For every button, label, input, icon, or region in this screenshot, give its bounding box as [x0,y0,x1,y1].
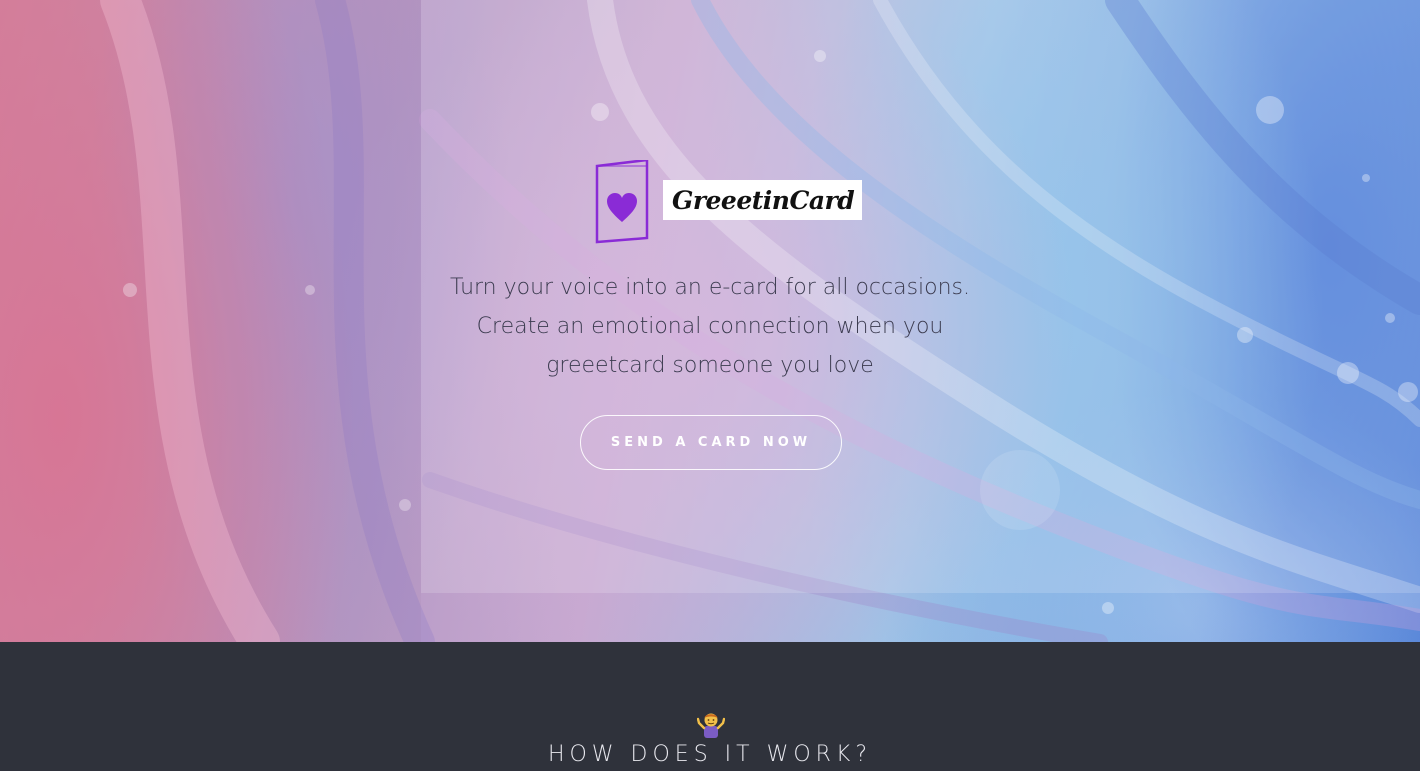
send-card-button[interactable]: SEND A CARD NOW [580,415,842,470]
tagline-line: greeetcard someone you love [546,353,874,378]
hero-section: GreeetinCard Turn your voice into an e-c… [0,0,1420,642]
logo-wordmark[interactable]: GreeetinCard [663,180,863,220]
tagline-line: Create an emotional connection when you [476,314,944,339]
how-it-works-section: HOW DOES IT WORK? [0,642,1420,771]
person-shrugging-icon [696,710,726,738]
landing-page: GreeetinCard Turn your voice into an e-c… [0,0,1420,771]
greeting-card-heart-icon [595,158,651,244]
section-title: HOW DOES IT WORK? [547,742,873,767]
hero-tagline: Turn your voice into an e-card for all o… [440,268,980,385]
brand-logo: GreeetinCard [595,158,863,244]
tagline-line: Turn your voice into an e-card for all o… [449,275,971,300]
left-panel-shade [0,0,421,642]
